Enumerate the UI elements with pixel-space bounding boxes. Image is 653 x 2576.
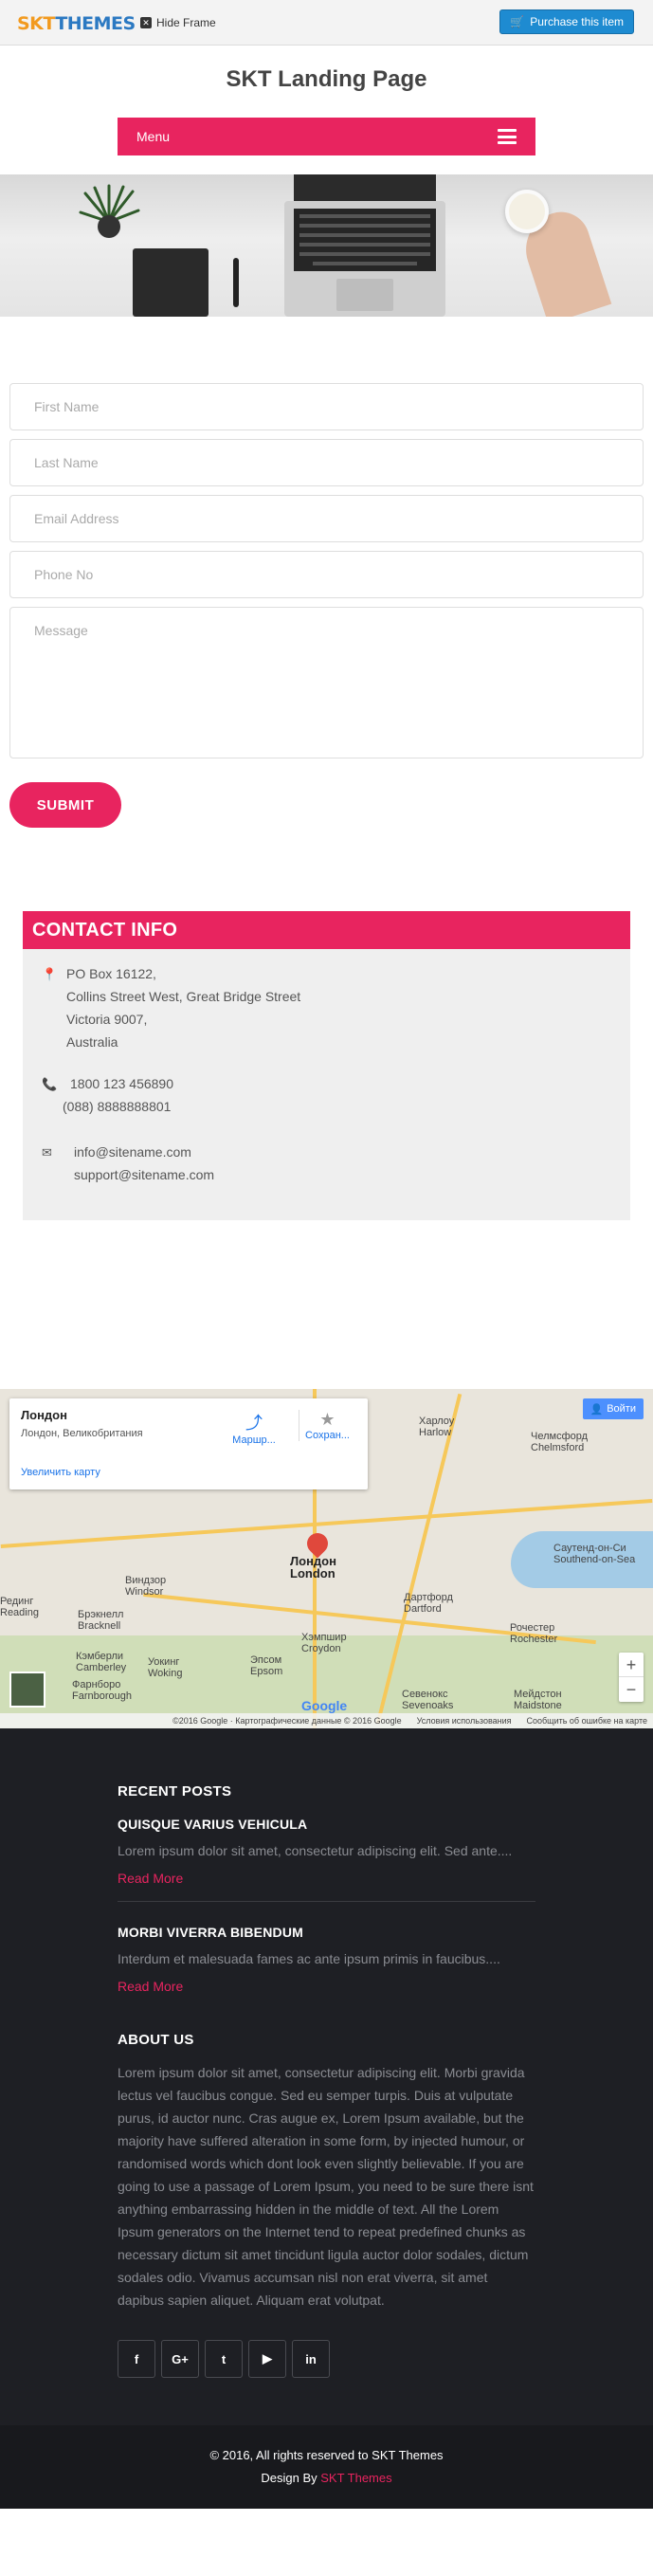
map-report-link[interactable]: Сообщить об ошибке на карте xyxy=(527,1716,647,1726)
map-city: Севенокс Sevenoaks xyxy=(402,1689,454,1711)
post-excerpt: Interdum et malesuada fames ac ante ipsu… xyxy=(118,1951,500,1966)
submit-button[interactable]: SUBMIT xyxy=(9,782,121,828)
phone-row: 📞 1800 123 456890 (088) 8888888801 xyxy=(23,1053,630,1118)
google-map[interactable]: Харлоу Harlow Челмсфорд Chelmsford Саутенд… xyxy=(0,1389,653,1728)
laptop-image xyxy=(284,174,445,317)
map-signin-button[interactable]: 👤 Войти xyxy=(582,1398,644,1419)
address-line: PO Box 16122, xyxy=(66,966,156,981)
about-us-text: Lorem ipsum dolor sit amet, consectetur … xyxy=(118,2065,534,2308)
map-city: Уокинг Woking xyxy=(148,1656,183,1679)
purchase-button[interactable]: 🛒 Purchase this item xyxy=(499,9,634,34)
map-marker-icon: 📍 xyxy=(42,967,58,981)
twitter-icon[interactable]: t xyxy=(205,2340,243,2378)
copyright-bar: © 2016, All rights reserved to SKT Theme… xyxy=(0,2425,653,2509)
coffee-cup-image xyxy=(505,190,549,233)
recent-posts-title: RECENT POSTS xyxy=(118,1783,232,1800)
map-attribution: ©2016 Google · Картографические данные ©… xyxy=(0,1713,653,1728)
skt-logo[interactable]: SKTTHEMES xyxy=(17,13,136,34)
zoom-out-button[interactable]: − xyxy=(619,1677,644,1702)
notebook-image xyxy=(133,248,209,317)
read-more-link[interactable]: Read More xyxy=(118,1871,535,1886)
last-name-field[interactable]: Last Name xyxy=(9,439,644,486)
address-line: Collins Street West, Great Bridge Street xyxy=(66,989,301,1004)
hero-banner xyxy=(0,174,653,317)
post-excerpt: Lorem ipsum dolor sit amet, consectetur … xyxy=(118,1843,513,1858)
user-icon: 👤 xyxy=(590,1403,604,1416)
read-more-link[interactable]: Read More xyxy=(118,1979,535,1994)
logo-themes: THEMES xyxy=(55,13,136,34)
map-city: Рочестер Rochester xyxy=(510,1622,558,1645)
menu-label: Menu xyxy=(136,129,171,144)
map-place-card: Лондон Лондон, Великобритания ⤴ Маршр... … xyxy=(9,1398,368,1489)
map-city: Мейдстон Maidstone xyxy=(514,1689,562,1711)
recent-post: QUISQUE VARIUS VEHICULA Lorem ipsum dolo… xyxy=(118,1800,535,1886)
zoom-in-button[interactable]: + xyxy=(619,1653,644,1677)
social-links: f G+ t ▶ in xyxy=(118,2340,535,2378)
map-city: Дартфорд Dartford xyxy=(404,1592,453,1615)
about-us-title: ABOUT US xyxy=(118,2032,194,2048)
email-address[interactable]: support@sitename.com xyxy=(74,1163,214,1186)
satellite-toggle[interactable] xyxy=(9,1672,45,1708)
address-line: Australia xyxy=(66,1034,118,1050)
hamburger-icon[interactable] xyxy=(498,129,517,144)
directions-icon: ⤴ xyxy=(245,1414,263,1433)
zoom-control: + − xyxy=(619,1653,644,1702)
phone-number: 1800 123 456890 xyxy=(70,1076,173,1091)
about-us-widget: ABOUT US Lorem ipsum dolor sit amet, con… xyxy=(118,2032,535,2311)
map-city: Виндзор Windsor xyxy=(125,1575,167,1598)
map-city: Брэкнелл Bracknell xyxy=(78,1609,124,1632)
footer-widgets: RECENT POSTS QUISQUE VARIUS VEHICULA Lor… xyxy=(0,1728,653,2425)
first-name-field[interactable]: First Name xyxy=(9,383,644,430)
contact-form: First Name Last Name Email Address Phone… xyxy=(0,383,653,828)
directions-button[interactable]: ⤴ Маршр... xyxy=(226,1410,282,1446)
hide-frame-button[interactable]: ✕ Hide Frame xyxy=(140,16,216,29)
email-row: ✉ info@sitename.com support@sitename.com xyxy=(23,1118,630,1186)
youtube-icon[interactable]: ▶ xyxy=(248,2340,286,2378)
map-city-london: Лондон London xyxy=(290,1554,336,1580)
hide-frame-label: Hide Frame xyxy=(156,16,216,29)
save-button[interactable]: ★ Сохран... xyxy=(299,1410,355,1441)
enlarge-map-link[interactable]: Увеличить карту xyxy=(21,1467,100,1478)
pen-image xyxy=(233,258,239,307)
contact-info-title: CONTACT INFO xyxy=(23,911,630,949)
facebook-icon[interactable]: f xyxy=(118,2340,155,2378)
map-data-credit: ©2016 Google · Картографические данные ©… xyxy=(172,1716,402,1726)
address-row: 📍 PO Box 16122, Collins Street West, Gre… xyxy=(23,949,630,1053)
post-title[interactable]: MORBI VIVERRA BIBENDUM xyxy=(118,1925,535,1940)
design-credit: Design By SKT Themes xyxy=(261,2471,392,2485)
menu-bar[interactable]: Menu xyxy=(118,118,535,155)
recent-post: MORBI VIVERRA BIBENDUM Interdum et males… xyxy=(118,1902,535,1994)
design-credit-link[interactable]: SKT Themes xyxy=(320,2471,391,2485)
linkedin-icon[interactable]: in xyxy=(292,2340,330,2378)
phone-number: (088) 8888888801 xyxy=(63,1099,172,1114)
map-city: Рединг Reading xyxy=(0,1596,39,1618)
star-icon: ★ xyxy=(319,1410,336,1429)
email-field[interactable]: Email Address xyxy=(9,495,644,542)
cart-icon: 🛒 xyxy=(510,15,525,28)
map-city: Саутенд-он-Си Southend-on-Sea xyxy=(553,1543,636,1565)
copyright-text: © 2016, All rights reserved to SKT Theme… xyxy=(209,2448,444,2462)
map-city: Кэмберли Camberley xyxy=(76,1651,127,1673)
map-city: Эпсом Epsom xyxy=(250,1654,283,1677)
site-title: SKT Landing Page xyxy=(226,66,427,92)
plant-image xyxy=(79,184,140,238)
email-address[interactable]: info@sitename.com xyxy=(74,1141,214,1163)
phone-field[interactable]: Phone No xyxy=(9,551,644,598)
map-city: Харлоу Harlow xyxy=(419,1416,455,1438)
google-logo: Google xyxy=(301,1698,348,1713)
purchase-label: Purchase this item xyxy=(530,15,624,28)
google-plus-icon[interactable]: G+ xyxy=(161,2340,199,2378)
map-city: Челмсфорд Chelmsford xyxy=(531,1431,589,1453)
post-title[interactable]: QUISQUE VARIUS VEHICULA xyxy=(118,1817,535,1832)
preview-bar: SKTTHEMES ✕ Hide Frame 🛒 Purchase this i… xyxy=(0,0,653,46)
address-line: Victoria 9007, xyxy=(66,1012,148,1027)
map-city: Хэмпшир Croydon xyxy=(301,1632,347,1654)
logo-skt: SKT xyxy=(17,13,56,34)
map-terms-link[interactable]: Условия использования xyxy=(417,1716,512,1726)
contact-info-box: CONTACT INFO 📍 PO Box 16122, Collins Str… xyxy=(23,911,630,1220)
close-icon: ✕ xyxy=(140,17,152,28)
map-city: Фарнборо Farnborough xyxy=(72,1679,132,1702)
message-field[interactable]: Message xyxy=(9,607,644,758)
envelope-icon: ✉ xyxy=(42,1145,52,1160)
